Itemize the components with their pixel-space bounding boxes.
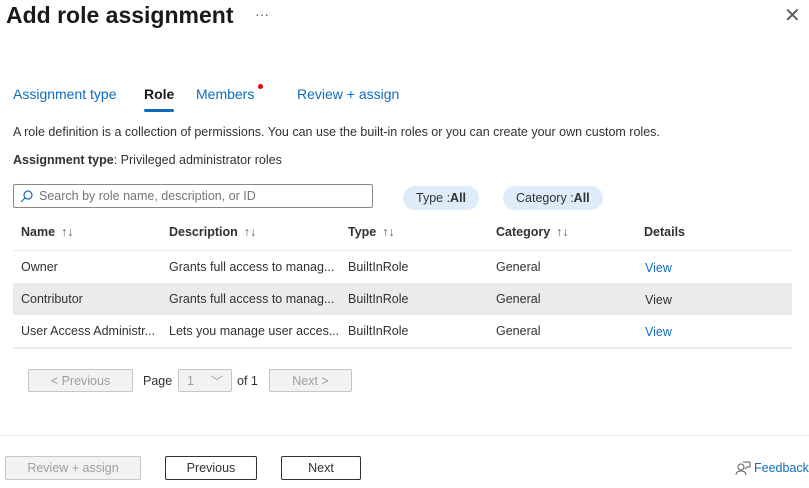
- role-description: Grants full access to manag...: [169, 260, 335, 274]
- role-category: General: [496, 260, 541, 274]
- assignment-type-value: : Privileged administrator roles: [113, 153, 282, 167]
- page-title: Add role assignment: [6, 2, 234, 28]
- category-filter-value: All: [573, 191, 590, 205]
- page-label: Page: [143, 374, 173, 388]
- column-header-description[interactable]: Description ↑↓: [169, 225, 256, 239]
- page-count: of 1: [237, 374, 258, 388]
- role-name: Contributor: [21, 292, 83, 306]
- table-bottom-divider: [13, 347, 792, 349]
- required-indicator: [258, 84, 263, 89]
- column-header-name[interactable]: Name ↑↓: [21, 225, 74, 239]
- tab-members[interactable]: Members: [196, 86, 254, 102]
- feedback-label: Feedback: [754, 461, 809, 475]
- close-button[interactable]: ✕: [784, 3, 801, 28]
- role-category: General: [496, 324, 541, 338]
- column-header-type[interactable]: Type ↑↓: [348, 225, 395, 239]
- previous-button[interactable]: Previous: [165, 456, 257, 480]
- type-filter[interactable]: Type : All: [403, 186, 480, 210]
- chevron-down-icon: ﹀: [210, 375, 223, 389]
- view-link[interactable]: View: [645, 252, 672, 284]
- type-filter-label: Type :: [416, 191, 451, 205]
- next-page-button[interactable]: Next >: [269, 369, 352, 392]
- next-button[interactable]: Next: [281, 456, 361, 480]
- sort-icon: ↑↓: [243, 225, 257, 239]
- role-type: BuiltInRole: [348, 260, 409, 274]
- role-name: User Access Administr...: [21, 324, 156, 338]
- search-box[interactable]: [13, 184, 373, 208]
- search-input[interactable]: [39, 189, 359, 203]
- more-options-button[interactable]: ···: [255, 6, 269, 22]
- sort-icon: ↑↓: [61, 225, 74, 239]
- role-category: General: [496, 292, 541, 306]
- category-filter[interactable]: Category : All: [503, 186, 603, 210]
- previous-page-button[interactable]: < Previous: [28, 369, 133, 392]
- sort-icon: ↑↓: [556, 225, 569, 239]
- sort-icon: ↑↓: [382, 225, 395, 239]
- feedback-icon: [735, 461, 751, 475]
- tab-role[interactable]: Role: [144, 86, 175, 112]
- role-description-text: A role definition is a collection of per…: [13, 125, 660, 139]
- role-description: Grants full access to manag...: [169, 292, 335, 306]
- view-link[interactable]: View: [645, 284, 672, 316]
- category-filter-label: Category :: [516, 191, 574, 205]
- review-assign-button[interactable]: Review + assign: [5, 456, 141, 480]
- assignment-type-label: Assignment type: [13, 153, 114, 167]
- table-row[interactable]: Owner Grants full access to manag... Bui…: [13, 251, 792, 283]
- role-name: Owner: [21, 260, 58, 274]
- table-row[interactable]: User Access Administr... Lets you manage…: [13, 315, 792, 347]
- tab-review-assign[interactable]: Review + assign: [297, 86, 399, 102]
- tab-assignment-type[interactable]: Assignment type: [13, 86, 117, 102]
- footer-divider: [0, 435, 809, 436]
- view-link[interactable]: View: [645, 316, 672, 348]
- table-row[interactable]: Contributor Grants full access to manag.…: [13, 283, 792, 315]
- column-header-category[interactable]: Category ↑↓: [496, 225, 569, 239]
- type-filter-value: All: [450, 191, 467, 205]
- role-type: BuiltInRole: [348, 324, 409, 338]
- page-select[interactable]: 1 ﹀: [178, 369, 232, 392]
- column-header-details: Details: [644, 225, 685, 239]
- search-icon: [20, 189, 33, 202]
- role-description: Lets you manage user acces...: [169, 324, 340, 338]
- assignment-type-info: Assignment type: Privileged administrato…: [13, 153, 282, 167]
- feedback-link[interactable]: Feedback: [735, 461, 809, 475]
- role-type: BuiltInRole: [348, 292, 409, 306]
- page-value: 1: [187, 373, 194, 388]
